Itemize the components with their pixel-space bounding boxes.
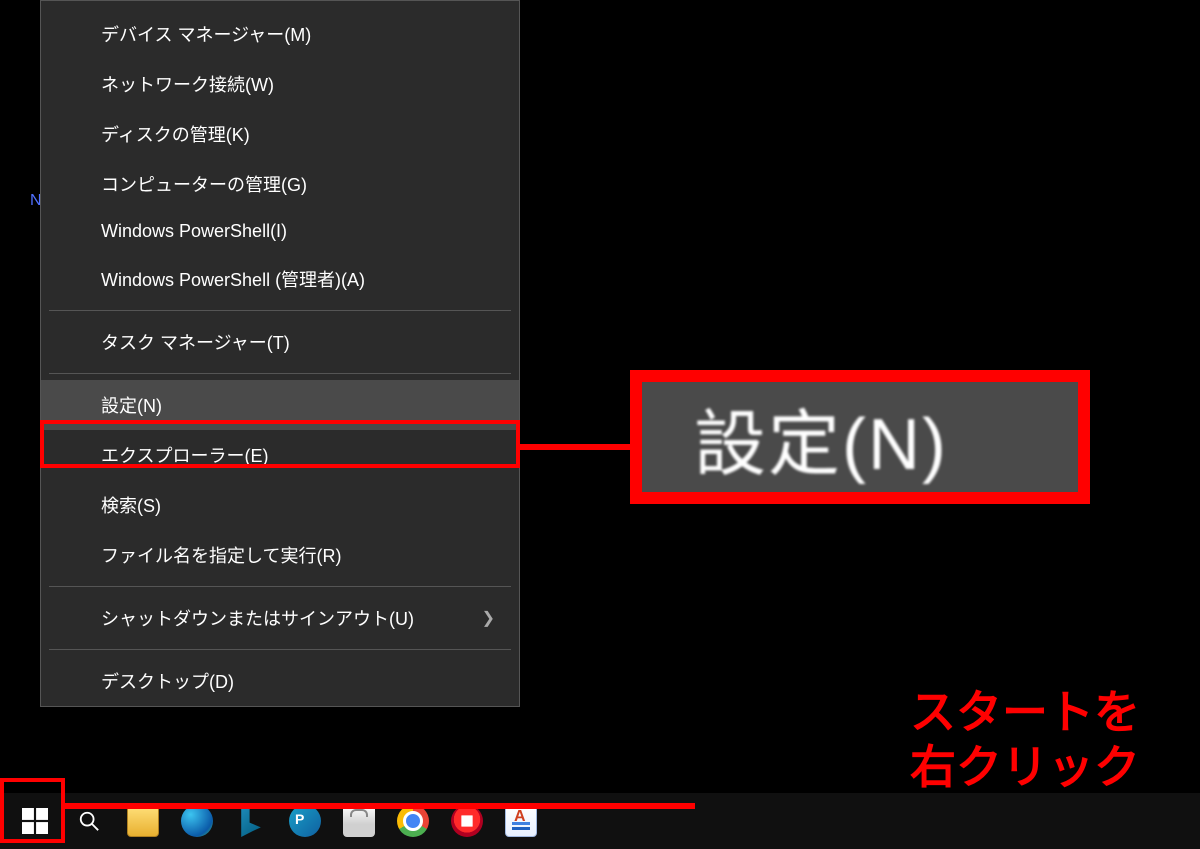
menu-item-desktop[interactable]: デスクトップ(D) — [41, 656, 519, 706]
menu-separator — [49, 373, 511, 374]
menu-separator — [49, 310, 511, 311]
menu-item-label: 検索(S) — [101, 492, 161, 518]
menu-item-search[interactable]: 検索(S) — [41, 480, 519, 530]
pdf-icon — [451, 805, 483, 837]
menu-item-disk-management[interactable]: ディスクの管理(K) — [41, 109, 519, 159]
menu-item-label: デスクトップ(D) — [101, 668, 234, 694]
annotation-zoom-callout: 設定(N) — [630, 370, 1090, 504]
menu-item-device-manager[interactable]: デバイス マネージャー(M) — [41, 9, 519, 59]
menu-item-label: デバイス マネージャー(M) — [101, 21, 311, 47]
start-button[interactable] — [8, 794, 62, 848]
menu-separator — [49, 586, 511, 587]
annotation-connector-start — [65, 803, 695, 809]
menu-separator — [49, 649, 511, 650]
menu-item-powershell[interactable]: Windows PowerShell(I) — [41, 209, 519, 254]
menu-item-label: Windows PowerShell(I) — [101, 221, 287, 242]
annotation-line1: スタートを — [910, 685, 1140, 740]
chrome-icon — [397, 805, 429, 837]
menu-item-powershell-admin[interactable]: Windows PowerShell (管理者)(A) — [41, 254, 519, 304]
menu-item-label: タスク マネージャー(T) — [101, 329, 290, 355]
menu-item-label: Windows PowerShell (管理者)(A) — [101, 266, 365, 292]
menu-item-label: ファイル名を指定して実行(R) — [101, 542, 341, 568]
winx-context-menu: デバイス マネージャー(M) ネットワーク接続(W) ディスクの管理(K) コン… — [40, 0, 520, 707]
app-icon — [289, 805, 321, 837]
menu-item-explorer[interactable]: エクスプローラー(E) — [41, 430, 519, 480]
menu-item-shutdown-signout[interactable]: シャットダウンまたはサインアウト(U) ❯ — [41, 593, 519, 643]
windows-logo-icon — [22, 808, 48, 834]
wordpad-icon — [505, 805, 537, 837]
bing-icon — [237, 805, 265, 837]
store-icon — [343, 805, 375, 837]
zoom-callout-text: 設定(N) — [694, 385, 948, 490]
menu-item-label: ネットワーク接続(W) — [101, 71, 274, 97]
menu-item-label: 設定(N) — [101, 392, 162, 418]
menu-item-label: コンピューターの管理(G) — [101, 171, 307, 197]
menu-item-computer-management[interactable]: コンピューターの管理(G) — [41, 159, 519, 209]
edge-icon — [181, 805, 213, 837]
taskbar — [0, 793, 1200, 849]
file-explorer-icon — [127, 805, 159, 837]
annotation-connector-settings — [520, 444, 630, 450]
menu-item-settings[interactable]: 設定(N) — [41, 380, 519, 430]
search-icon — [78, 810, 100, 832]
menu-item-label: シャットダウンまたはサインアウト(U) — [101, 605, 414, 631]
menu-item-label: エクスプローラー(E) — [101, 442, 268, 468]
chevron-right-icon: ❯ — [482, 608, 495, 628]
menu-item-label: ディスクの管理(K) — [101, 121, 250, 147]
annotation-instruction-text: スタートを 右クリック — [910, 685, 1140, 795]
menu-item-run[interactable]: ファイル名を指定して実行(R) — [41, 530, 519, 580]
annotation-line2: 右クリック — [910, 740, 1140, 795]
menu-item-task-manager[interactable]: タスク マネージャー(T) — [41, 317, 519, 367]
menu-item-network-connections[interactable]: ネットワーク接続(W) — [41, 59, 519, 109]
